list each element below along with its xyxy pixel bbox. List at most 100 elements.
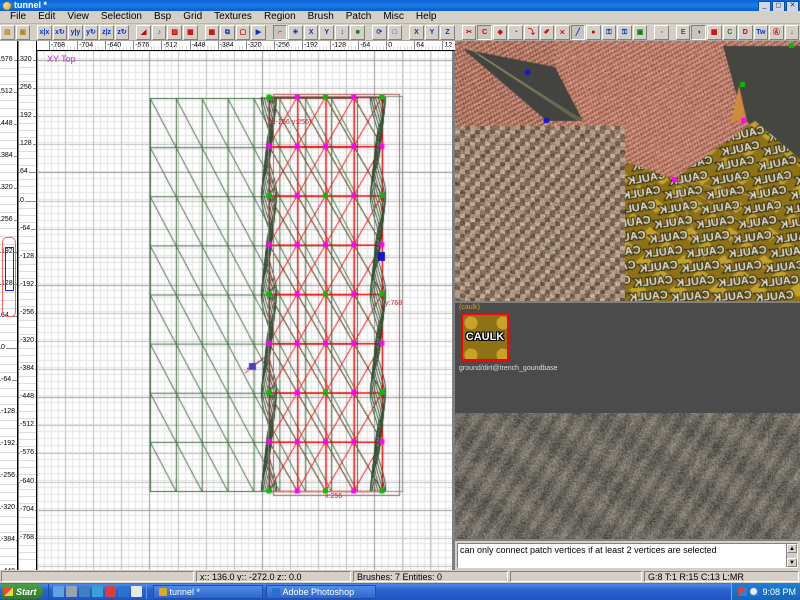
connect-entities-button[interactable]: ▨	[167, 25, 182, 40]
quicklaunch-media[interactable]	[92, 586, 103, 597]
console-scrollbar[interactable]: ▲ ▼	[786, 544, 797, 567]
make-detail-button[interactable]: ▦	[183, 25, 198, 40]
csg-subtract-button[interactable]: ◈	[493, 25, 508, 40]
select-edge-button[interactable]: ╱	[571, 25, 586, 40]
camera-update-button[interactable]: □	[388, 25, 403, 40]
ruler-minor-tick	[19, 348, 37, 349]
show-patch-bbox-button[interactable]: ▫	[654, 25, 669, 40]
camera-canvas[interactable]	[455, 41, 800, 301]
menu-item-misc[interactable]: Misc	[377, 11, 410, 23]
flip-z-button[interactable]: z|z	[99, 25, 114, 40]
open-file-button[interactable]: ▤	[0, 25, 15, 40]
menu-item-help[interactable]: Help	[410, 11, 443, 23]
quicklaunch-image[interactable]	[79, 586, 90, 597]
taskbar-item-label: tunnel *	[170, 587, 201, 597]
cut-button[interactable]: ✂	[462, 25, 477, 40]
ruler-minor-tick	[19, 376, 37, 377]
delete-selection-button[interactable]: ▢	[236, 25, 251, 40]
console-textarea[interactable]: can only connect patch vertices if at le…	[457, 543, 798, 568]
menu-item-edit[interactable]: Edit	[32, 11, 61, 23]
texture-x-button[interactable]: X	[304, 25, 319, 40]
z-axis-ruler[interactable]: 576 512 448 384 320 256 192 128 64 0 -64 -128 -192 -2…	[0, 41, 18, 570]
quicklaunch-opera[interactable]	[105, 586, 116, 597]
show-entities-button[interactable]: ⌐	[273, 25, 288, 40]
patch-thicken-button[interactable]: Tw	[754, 25, 769, 40]
make-structural-button[interactable]: ⨯	[555, 25, 570, 40]
menu-item-region[interactable]: Region	[258, 11, 302, 23]
scroll-up-arrow[interactable]: ▲	[787, 544, 797, 553]
scroll-down-arrow[interactable]: ▼	[787, 558, 797, 567]
arrow-right-button[interactable]: ▶	[251, 25, 266, 40]
rotate-y-button[interactable]: y↻	[84, 25, 99, 40]
patch-bend-button[interactable]: E	[676, 25, 691, 40]
csg-merge-button[interactable]: ◔	[508, 25, 523, 40]
rotate-z-button[interactable]: z↻	[115, 25, 130, 40]
rotate-x-button[interactable]: x↻	[53, 25, 68, 40]
menu-item-file[interactable]: File	[4, 11, 32, 23]
texture-fit-button[interactable]: ↕	[335, 25, 350, 40]
start-button[interactable]: Start	[1, 584, 43, 599]
texture-y-button[interactable]: Y	[319, 25, 334, 40]
xy-grid-canvas[interactable]	[37, 51, 452, 570]
texture-browser[interactable]: (caulk) CAULK ground/dirt@trench_goundba…	[455, 303, 800, 539]
quicklaunch-notepad[interactable]	[131, 586, 142, 597]
console-message: can only connect patch vertices if at le…	[458, 544, 797, 557]
patch-weld-button[interactable]: D	[738, 25, 753, 40]
open-file-icon: ▤	[1, 26, 14, 39]
unlock-texture-button[interactable]: ⚿	[617, 25, 632, 40]
patch-matrix-icon: ▦	[708, 26, 721, 39]
menu-item-selection[interactable]: Selection	[95, 11, 148, 23]
menu-item-view[interactable]: View	[61, 11, 95, 23]
taskbar-item-tunnel[interactable]: tunnel *	[153, 585, 263, 599]
menu-item-brush[interactable]: Brush	[302, 11, 340, 23]
menu-item-textures[interactable]: Textures	[208, 11, 258, 23]
patch-drop-button[interactable]: ↓	[785, 25, 800, 40]
taskbar-item-photoshop[interactable]: Adobe Photoshop	[266, 585, 376, 599]
texture-swatch-caulk[interactable]: CAULK	[461, 313, 509, 361]
y-axis-ruler[interactable]: 320 256 192 128 64 0 -64 -128 -192 -256 -320 -384 -4…	[19, 41, 37, 570]
lock-texture-button[interactable]: ⚿	[602, 25, 617, 40]
select-inside-icon: ▣	[634, 26, 647, 39]
ruler-label: -256	[1, 472, 16, 479]
quicklaunch-computer[interactable]	[66, 586, 77, 597]
axis-y-button[interactable]: Y	[425, 25, 440, 40]
texture-preview-large[interactable]	[455, 413, 800, 539]
menu-item-grid[interactable]: Grid	[177, 11, 208, 23]
patch-sphere-button[interactable]: ◑	[691, 25, 706, 40]
ruler-minor-tick	[19, 460, 37, 461]
patch-invert-button[interactable]: Ⓐ	[769, 25, 784, 40]
select-inside-button[interactable]: ▣	[633, 25, 648, 40]
quicklaunch-editor[interactable]	[53, 586, 64, 597]
texture-lock-button[interactable]: ▦	[205, 25, 220, 40]
patch-matrix-button[interactable]: ▦	[707, 25, 722, 40]
show-lights-button[interactable]: ☀	[288, 25, 303, 40]
cycle-camera-button[interactable]: ⟳	[372, 25, 387, 40]
ruler-minor-tick	[19, 390, 37, 391]
flip-y-button[interactable]: y|y	[68, 25, 83, 40]
texture-view-button[interactable]: ■	[350, 25, 365, 40]
patch-cap-button[interactable]: C	[723, 25, 738, 40]
ruler-label: -576	[20, 449, 35, 456]
system-tray: 9:08 PM	[731, 583, 800, 600]
menu-item-bsp[interactable]: Bsp	[148, 11, 177, 23]
path-tool-button[interactable]: ♪	[152, 25, 167, 40]
quicklaunch-internet[interactable]	[118, 586, 129, 597]
flip-x-button[interactable]: x|x	[37, 25, 52, 40]
ruler-minor-tick	[19, 151, 37, 152]
save-file-button[interactable]: ▣	[16, 25, 31, 40]
ruler-label: -192	[20, 281, 35, 288]
hollow-button[interactable]: ⤵	[524, 25, 539, 40]
axis-z-button[interactable]: Z	[440, 25, 455, 40]
select-vertex-button[interactable]: ●	[586, 25, 601, 40]
scale-lock-button[interactable]: ✐	[540, 25, 555, 40]
camera-3d-viewport[interactable]	[455, 41, 800, 301]
clone-selection-button[interactable]: ⧉	[220, 25, 235, 40]
menu-item-patch[interactable]: Patch	[340, 11, 378, 23]
axis-x-button[interactable]: X	[409, 25, 424, 40]
volume-icon[interactable]	[750, 587, 759, 596]
clipper-mode-button[interactable]: C	[477, 25, 492, 40]
z-brush-marker[interactable]	[5, 247, 14, 291]
network-icon[interactable]	[738, 587, 747, 596]
xy-2d-viewport[interactable]: XY Top (x:-256 y:256) y:768 x:256	[37, 51, 452, 570]
clipper-button[interactable]: ◢	[136, 25, 151, 40]
